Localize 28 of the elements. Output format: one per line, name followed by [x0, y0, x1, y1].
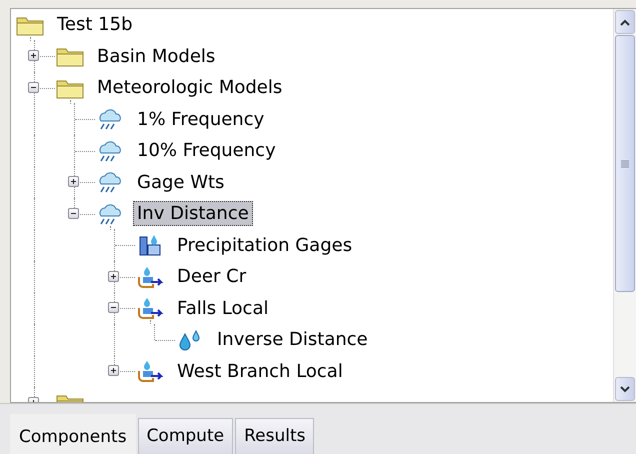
tree-item[interactable]: 10% Frequency — [133, 138, 280, 164]
tab[interactable]: Components — [10, 414, 136, 454]
grip-icon — [621, 160, 629, 168]
basin-arrow-icon — [135, 296, 165, 320]
tab[interactable]: Results — [235, 418, 314, 454]
chevron-up-icon — [620, 18, 630, 26]
tree-item[interactable]: Inverse Distance — [213, 327, 372, 352]
tree-item[interactable]: Test 15b — [53, 12, 136, 38]
tree-item[interactable]: Deer Cr — [173, 264, 250, 290]
tab[interactable]: Compute — [138, 418, 234, 454]
tree-item[interactable]: Precipitation Gages — [173, 232, 356, 258]
tree-item[interactable]: West Branch Local — [173, 358, 347, 384]
chevron-down-icon — [620, 386, 630, 393]
basin-arrow-icon — [135, 264, 165, 289]
scroll-up-button[interactable] — [615, 10, 635, 34]
tree-item[interactable]: Falls Local — [173, 296, 272, 321]
basin-arrow-icon — [135, 359, 165, 384]
tree-item[interactable]: Inv Distance — [133, 201, 253, 226]
collapse-toggle[interactable] — [28, 82, 39, 93]
tree-item[interactable]: Basin Models — [93, 44, 220, 69]
tree-item[interactable]: 1% Frequency — [133, 106, 268, 132]
scroll-down-button[interactable] — [615, 377, 635, 402]
tree-item[interactable]: Meteorologic Models — [93, 75, 286, 100]
scrollbar[interactable] — [613, 9, 636, 402]
collapse-toggle[interactable] — [108, 302, 119, 314]
tree-item[interactable]: Gage Wts — [133, 170, 228, 195]
scroll-thumb[interactable] — [615, 35, 635, 292]
collapse-toggle[interactable] — [68, 208, 79, 219]
